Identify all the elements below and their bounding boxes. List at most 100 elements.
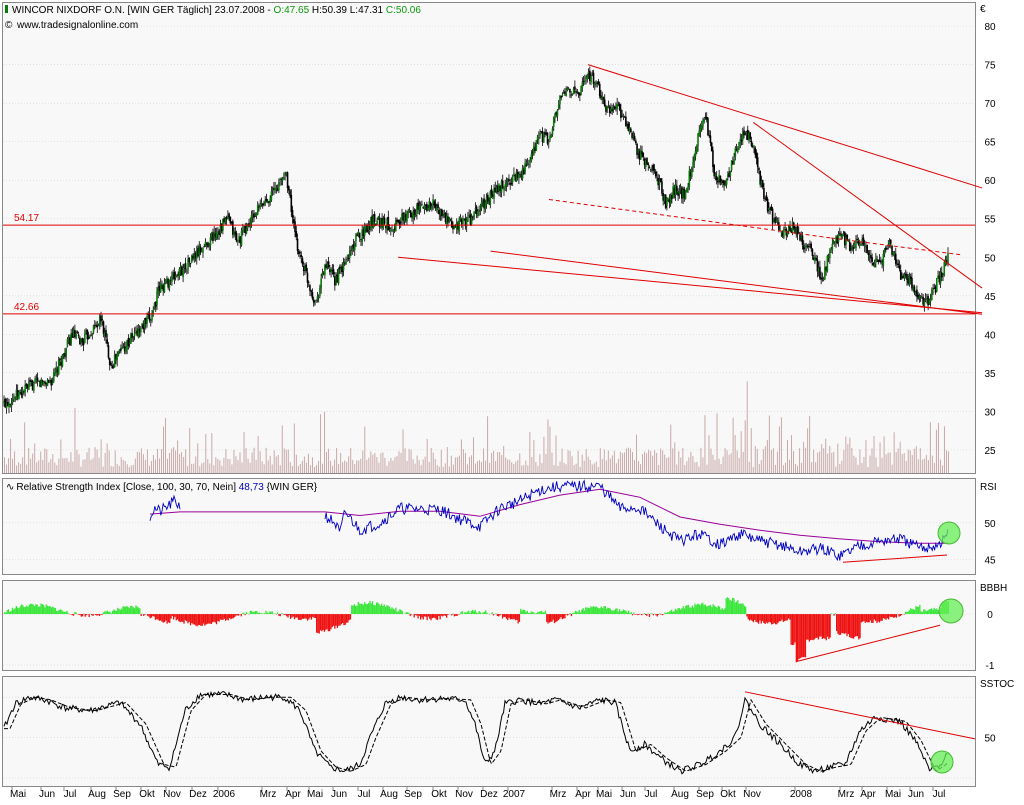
price-tick-label: 60 bbox=[984, 176, 996, 187]
volume-bar bbox=[469, 457, 470, 473]
volume-bar bbox=[145, 460, 146, 473]
bbbh-bar-negative bbox=[98, 614, 99, 615]
bbbh-bar-positive bbox=[364, 602, 365, 614]
bbbh-bar-negative bbox=[759, 614, 760, 620]
bbbh-bar-positive bbox=[365, 604, 366, 614]
bbbh-bar-positive bbox=[927, 611, 928, 614]
volume-bar bbox=[884, 436, 885, 473]
x-tick-label: Mai bbox=[596, 789, 612, 800]
candle-up bbox=[424, 205, 426, 209]
bbbh-bar-positive bbox=[537, 612, 538, 614]
bbbh-bar-positive bbox=[9, 612, 10, 614]
bbbh-bar-negative bbox=[800, 614, 801, 658]
volume-bar bbox=[537, 466, 538, 473]
volume-bar bbox=[751, 428, 752, 473]
bbbh-bar-positive bbox=[109, 612, 110, 615]
volume-bar bbox=[781, 417, 782, 473]
bbbh-bar-positive bbox=[650, 613, 651, 614]
bbbh-bar-negative bbox=[434, 614, 435, 618]
bbbh-bar-positive bbox=[703, 605, 704, 614]
bbbh-bar-positive bbox=[453, 613, 454, 614]
bbbh-bar-positive bbox=[696, 605, 697, 614]
sstoc-panel[interactable] bbox=[3, 677, 976, 787]
bbbh-bar-negative bbox=[819, 614, 820, 637]
candle-up bbox=[864, 246, 866, 247]
bbbh-bar-negative bbox=[893, 614, 894, 618]
volume-bar bbox=[741, 431, 742, 473]
candle-down bbox=[774, 217, 776, 223]
bbbh-bar-positive bbox=[572, 613, 573, 614]
volume-bar bbox=[225, 449, 226, 473]
price-tick-label: 40 bbox=[984, 330, 996, 341]
bbbh-bar-positive bbox=[404, 614, 405, 615]
bbbh-bar-positive bbox=[21, 604, 22, 614]
volume-bar bbox=[300, 464, 301, 473]
bbbh-bar-negative bbox=[196, 614, 197, 626]
volume-bar bbox=[137, 452, 138, 473]
bbbh-bar-negative bbox=[814, 614, 815, 639]
bbbh-bar-positive bbox=[540, 611, 541, 614]
bbbh-bar-negative bbox=[567, 614, 568, 615]
volume-bar bbox=[101, 439, 102, 473]
bbbh-bar-positive bbox=[281, 613, 282, 614]
bbbh-bar-positive bbox=[905, 612, 906, 614]
bbbh-bar-negative bbox=[511, 614, 512, 619]
volume-bar bbox=[515, 461, 516, 473]
volume-bar bbox=[135, 459, 136, 473]
bbbh-bar-positive bbox=[355, 606, 356, 614]
bbbh-bar-positive bbox=[731, 601, 732, 614]
volume-bar bbox=[763, 449, 764, 473]
volume-bar bbox=[141, 448, 142, 473]
bbbh-bar-positive bbox=[739, 604, 740, 614]
volume-bar bbox=[72, 462, 73, 473]
bbbh-bar-negative bbox=[859, 614, 860, 638]
volume-bar bbox=[455, 458, 456, 473]
volume-bar bbox=[30, 459, 31, 473]
volume-bar bbox=[447, 447, 448, 473]
bbbh-bar-positive bbox=[358, 602, 359, 614]
bbbh-bar-positive bbox=[744, 606, 745, 614]
bbbh-bar-negative bbox=[96, 614, 97, 616]
volume-bar bbox=[710, 449, 711, 473]
volume-bar bbox=[457, 457, 458, 473]
bbbh-bar-negative bbox=[781, 614, 782, 620]
volume-bar bbox=[60, 439, 61, 473]
volume-bar bbox=[805, 448, 806, 473]
candle-down bbox=[598, 81, 600, 83]
bbbh-bar-negative bbox=[555, 614, 556, 622]
candle-down bbox=[302, 258, 304, 264]
volume-bar bbox=[630, 448, 631, 473]
x-tick-label: Jul bbox=[358, 789, 371, 800]
bbbh-bar-negative bbox=[880, 614, 881, 621]
volume-bar bbox=[831, 453, 832, 473]
candle-up bbox=[67, 339, 69, 346]
volume-bar bbox=[809, 416, 810, 473]
bbbh-bar-positive bbox=[677, 608, 678, 614]
bbbh-bar-positive bbox=[666, 613, 667, 614]
volume-bar bbox=[882, 458, 883, 473]
candle-down bbox=[743, 130, 745, 135]
bbbh-bar-positive bbox=[906, 612, 907, 614]
bbbh-bar-negative bbox=[319, 614, 320, 634]
candle-up bbox=[784, 227, 786, 228]
candle-down bbox=[630, 129, 632, 133]
bbbh-bar-negative bbox=[498, 614, 499, 616]
candle-down bbox=[654, 169, 656, 170]
volume-bar bbox=[793, 451, 794, 473]
volume-bar bbox=[6, 465, 7, 473]
x-tick-label: 2006 bbox=[213, 789, 236, 800]
volume-bar bbox=[93, 458, 94, 473]
bbbh-bar-negative bbox=[815, 614, 816, 638]
bbbh-bar-positive bbox=[934, 608, 935, 614]
bbbh-bar-negative bbox=[315, 614, 316, 618]
volume-bar bbox=[566, 464, 567, 473]
bbbh-bar-negative bbox=[202, 614, 203, 626]
bbbh-bar-negative bbox=[328, 614, 329, 631]
volume-bar bbox=[213, 465, 214, 473]
bbbh-bar-positive bbox=[399, 609, 400, 614]
bbbh-bar-positive bbox=[371, 603, 372, 614]
candle-down bbox=[914, 287, 916, 293]
candle-up bbox=[687, 187, 689, 190]
bbbh-bar-negative bbox=[846, 614, 847, 636]
candle-down bbox=[253, 213, 255, 217]
